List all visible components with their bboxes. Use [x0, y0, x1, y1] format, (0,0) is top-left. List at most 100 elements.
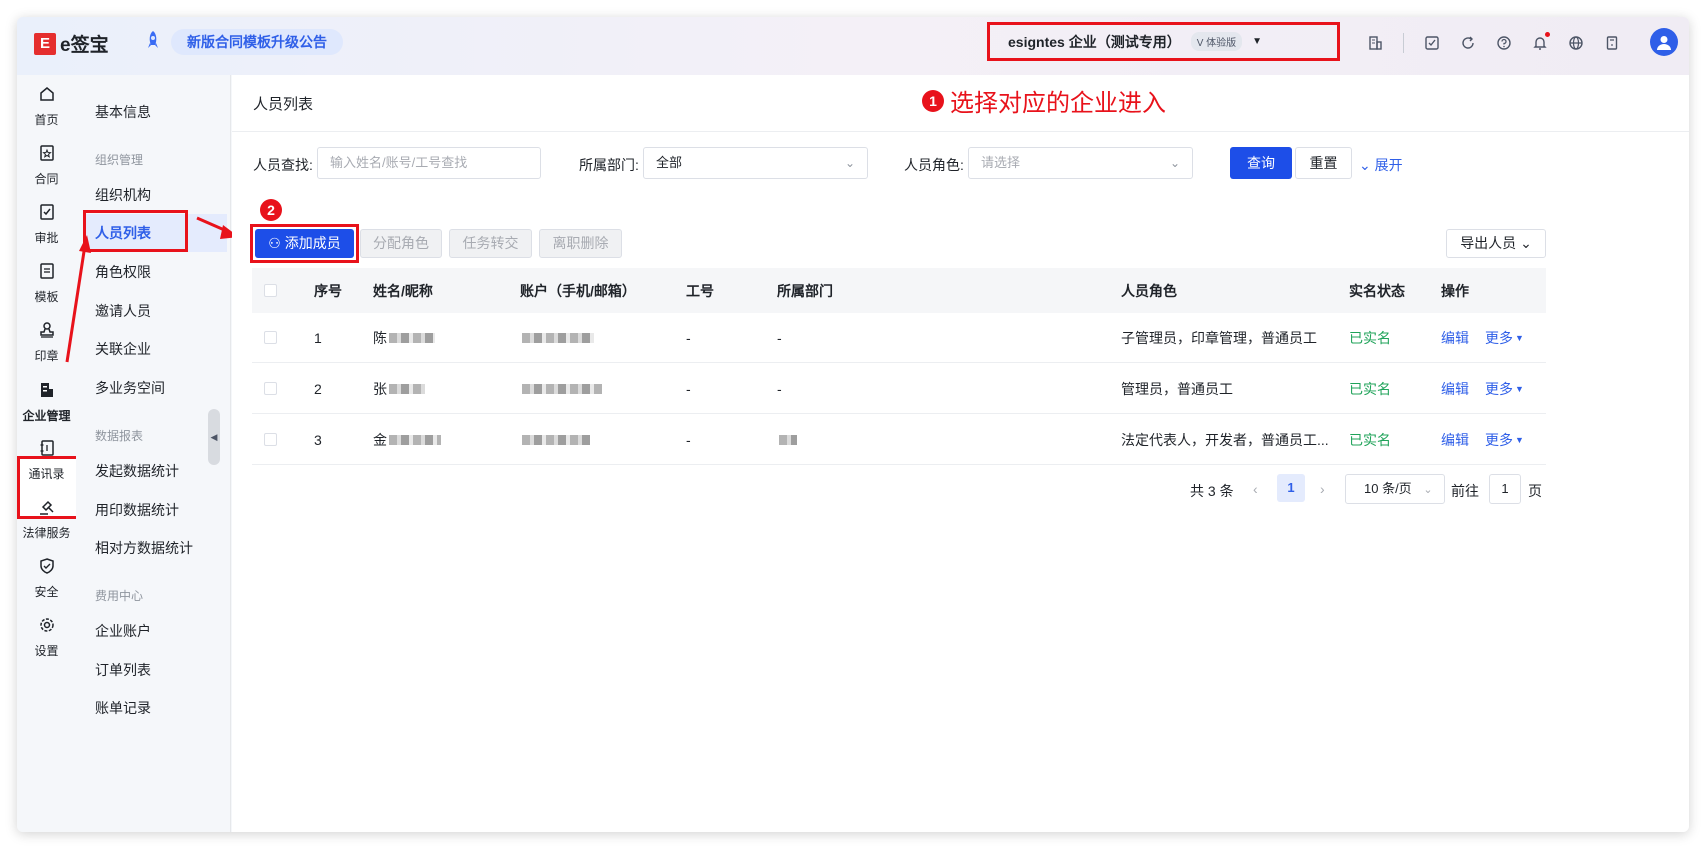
- dept-label: 所属部门:: [579, 157, 639, 173]
- page-unit-label: 页: [1528, 483, 1542, 499]
- subnav-stat-counter[interactable]: 相对方数据统计: [95, 538, 193, 558]
- home-icon: [17, 85, 76, 108]
- template-icon: [17, 262, 76, 285]
- contract-icon: [17, 144, 76, 167]
- enterprise-icon: [17, 381, 76, 404]
- subnav-role-perm[interactable]: 角色权限: [95, 262, 151, 282]
- rail-item-enterprise[interactable]: 企业管理: [17, 381, 76, 424]
- rail-item-label: 首页: [34, 113, 59, 127]
- resign-delete-button[interactable]: 离职删除: [539, 229, 622, 258]
- page-current[interactable]: 1: [1277, 474, 1305, 502]
- row-roles: 管理员，普通员工: [1121, 380, 1233, 397]
- logo[interactable]: E e签宝: [34, 30, 109, 57]
- building-icon[interactable]: [1357, 31, 1393, 55]
- subnav-orders[interactable]: 订单列表: [95, 660, 151, 680]
- announcement-pill[interactable]: 新版合同模板升级公告: [171, 29, 343, 55]
- table-row: 1 陈 - - 子管理员，印章管理，普通员工 已实名 编辑 更多 ▼: [252, 313, 1546, 363]
- rail-item-home[interactable]: 首页: [17, 85, 76, 128]
- subnav-invite[interactable]: 邀请人员: [95, 301, 151, 321]
- more-link[interactable]: 更多 ▼: [1485, 415, 1524, 464]
- query-button[interactable]: 查询: [1230, 147, 1292, 179]
- role-select[interactable]: 请选择 ⌄: [968, 147, 1193, 179]
- transfer-task-button[interactable]: 任务转交: [449, 229, 532, 258]
- row-name: 陈: [373, 313, 435, 362]
- edit-link[interactable]: 编辑: [1441, 415, 1469, 464]
- expand-link[interactable]: ⌄ 展开: [1359, 155, 1403, 175]
- row-no: 1: [314, 329, 322, 346]
- reset-button[interactable]: 重置: [1295, 147, 1352, 179]
- chevron-down-icon: ⌄: [1520, 235, 1532, 251]
- rail-item-contract[interactable]: 合同: [17, 144, 76, 187]
- calculator-icon[interactable]: [1594, 31, 1630, 55]
- rail-item-label: 企业管理: [22, 409, 71, 423]
- refresh-icon[interactable]: [1450, 31, 1486, 55]
- collapse-handle[interactable]: ◀: [208, 409, 220, 465]
- row-name: 金: [373, 415, 441, 464]
- redacted: [389, 383, 425, 394]
- org-selector[interactable]: esigntes 企业（测试专用） V 体验版 ▼: [987, 22, 1340, 61]
- next-page-icon[interactable]: ›: [1320, 481, 1325, 497]
- col-header: 工号: [686, 282, 714, 299]
- col-header: 人员角色: [1121, 282, 1177, 299]
- col-header: 操作: [1441, 282, 1469, 299]
- assign-role-button[interactable]: 分配角色: [360, 229, 442, 258]
- row-checkbox[interactable]: [264, 415, 277, 464]
- divider: [232, 131, 1689, 132]
- row-checkbox[interactable]: [264, 313, 277, 362]
- subnav-stat-seal[interactable]: 用印数据统计: [95, 500, 179, 520]
- row-roles: 子管理员，印章管理，普通员工: [1121, 329, 1317, 346]
- task-icon[interactable]: [1414, 31, 1450, 55]
- search-input[interactable]: 输入姓名/账号/工号查找: [317, 147, 541, 179]
- row-status: 已实名: [1349, 431, 1391, 448]
- approve-icon: [17, 203, 76, 226]
- row-job-no: -: [686, 431, 691, 448]
- subnav-group-fee: 费用中心: [95, 589, 144, 603]
- caret-down-icon: ▼: [1515, 332, 1524, 343]
- add-member-button[interactable]: ⚇ 添加成员: [255, 229, 354, 258]
- redacted: [522, 434, 590, 445]
- shield-icon: [17, 557, 76, 580]
- subnav-stat-initiate[interactable]: 发起数据统计: [95, 461, 179, 481]
- subnav-org-structure[interactable]: 组织机构: [95, 185, 151, 205]
- subnav-multi-space[interactable]: 多业务空间: [95, 378, 165, 398]
- prev-page-icon[interactable]: ‹: [1253, 481, 1258, 497]
- seal-icon: [17, 321, 76, 344]
- rail-item-template[interactable]: 模板: [17, 262, 76, 305]
- page-size-select[interactable]: 10 条/页 ⌄: [1345, 474, 1445, 504]
- rail-item-contacts[interactable]: 通讯录: [17, 439, 76, 482]
- rail-item-approve[interactable]: 审批: [17, 203, 76, 246]
- col-header: 序号: [314, 282, 342, 299]
- help-icon[interactable]: [1486, 31, 1522, 55]
- more-label: 更多: [1485, 329, 1513, 346]
- goto-page-input[interactable]: 1: [1489, 474, 1521, 504]
- edit-link[interactable]: 编辑: [1441, 364, 1469, 413]
- subnav-related[interactable]: 关联企业: [95, 339, 151, 359]
- row-no: 2: [314, 380, 322, 397]
- rail-item-seal[interactable]: 印章: [17, 321, 76, 364]
- rail-item-legal[interactable]: 法律服务: [17, 498, 76, 541]
- rail-item-settings[interactable]: 设置: [17, 616, 76, 659]
- row-checkbox[interactable]: [264, 364, 277, 413]
- row-dept: [777, 415, 797, 464]
- rail-item-label: 通讯录: [28, 467, 65, 481]
- subnav-group-report: 数据报表: [95, 429, 144, 443]
- divider: [1403, 33, 1404, 53]
- avatar[interactable]: [1650, 28, 1678, 56]
- redacted: [522, 383, 602, 394]
- bell-icon[interactable]: [1522, 31, 1558, 55]
- row-account: [520, 415, 590, 464]
- export-button[interactable]: 导出人员 ⌄: [1446, 229, 1546, 258]
- subnav-account[interactable]: 企业账户: [95, 621, 151, 641]
- row-job-no: -: [686, 380, 691, 397]
- rail-item-security[interactable]: 安全: [17, 557, 76, 600]
- dept-select[interactable]: 全部 ⌄: [643, 147, 868, 179]
- more-link[interactable]: 更多 ▼: [1485, 313, 1524, 362]
- subnav-bills[interactable]: 账单记录: [95, 698, 151, 718]
- table-header: 序号 姓名/昵称 账户（手机/邮箱） 工号 所属部门 人员角色 实名状态 操作: [252, 268, 1546, 313]
- more-link[interactable]: 更多 ▼: [1485, 364, 1524, 413]
- rail-item-label: 印章: [34, 349, 59, 363]
- subnav-basic-info[interactable]: 基本信息: [95, 102, 151, 122]
- select-all-checkbox[interactable]: [264, 268, 277, 313]
- globe-icon[interactable]: [1558, 31, 1594, 55]
- edit-link[interactable]: 编辑: [1441, 313, 1469, 362]
